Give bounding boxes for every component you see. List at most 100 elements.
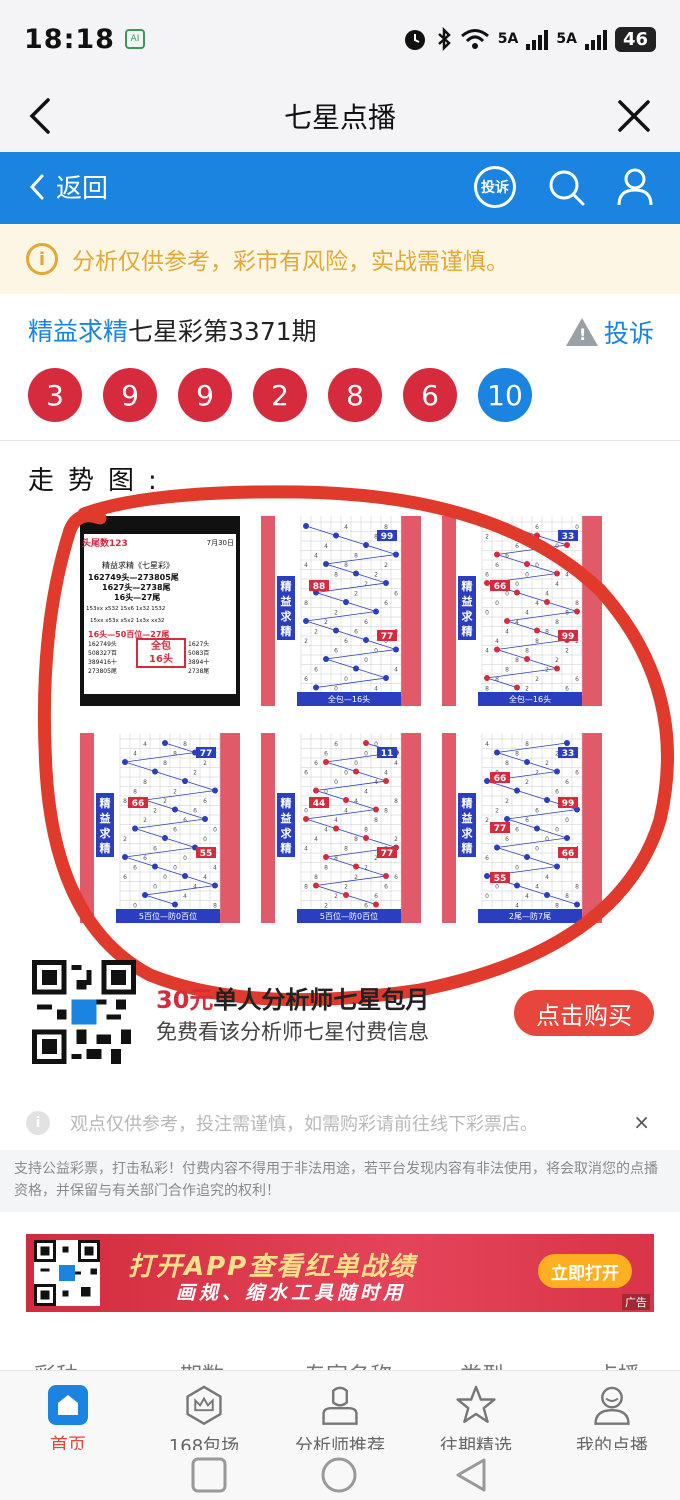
grid-digit: 6	[364, 903, 368, 910]
grid-digit: 2	[535, 676, 539, 683]
grid-digit: 0	[364, 657, 368, 664]
grid-digit: 0	[515, 581, 519, 588]
grid-digit: 2	[364, 581, 368, 588]
grid-digit: 8	[525, 648, 529, 655]
signal-icon	[584, 28, 607, 50]
tab-archive[interactable]: 往期精选	[408, 1371, 544, 1451]
back-triangle-icon[interactable]	[452, 1456, 490, 1494]
ad-banner[interactable]: 打开APP查看红单战绩 画规、缩水工具随时用 立即打开 广告	[26, 1234, 654, 1312]
tab-my[interactable]: 我的点播	[544, 1371, 680, 1451]
grid-digit: 6	[525, 817, 529, 824]
bonus-ball: 10	[478, 368, 532, 422]
recent-apps-icon[interactable]	[190, 1456, 228, 1494]
trend-thumbnail[interactable]: 精益求精048484848248282828268262626260260606…	[261, 516, 421, 706]
grid-digit: 4	[545, 874, 549, 881]
trend-thumbnail[interactable]: 精益求精606060460404040480484848482482828282…	[261, 733, 421, 923]
status-bar: 18:18 AI 5A 5A 46	[0, 0, 680, 78]
qr-code	[32, 960, 136, 1064]
grid-digit: 4	[193, 884, 197, 891]
trend-thumbnail[interactable]: 头尾数123 7月30日 精益求精《七星彩》 162749头—273805尾 1…	[80, 516, 240, 706]
trend-grid-image: 精益求精048484848248282828268262626260260606…	[261, 516, 421, 706]
back-button[interactable]: 返回	[28, 168, 108, 205]
tab-home[interactable]: 首页	[0, 1371, 136, 1451]
buy-button[interactable]: 点击购买	[514, 990, 654, 1036]
complain-button[interactable]: 投诉	[474, 166, 516, 208]
page-title: 七星点播	[283, 101, 396, 134]
search-icon[interactable]	[546, 167, 586, 207]
grid-digit: 2	[384, 562, 388, 569]
grid-digit: 4	[505, 629, 509, 636]
grid-digit: 6	[173, 827, 177, 834]
grid-digit: 6	[384, 884, 388, 891]
home-circle-icon[interactable]	[320, 1456, 358, 1494]
highlight-number: 66	[494, 774, 507, 784]
grid-digit: 2	[324, 903, 328, 910]
grid-digit: 8	[213, 903, 217, 910]
grid-digit: 8	[364, 827, 368, 834]
report-button[interactable]: ! 投诉	[565, 314, 654, 350]
user-icon[interactable]	[616, 167, 654, 207]
grid-digit: 0	[354, 760, 358, 767]
thumb-right-column: 1627头 5083百 3894十 2738尾	[188, 641, 210, 675]
grid-digit: 0	[495, 600, 499, 607]
side-label-char: 精	[462, 624, 473, 638]
grid-digit: 6	[575, 676, 579, 683]
grid-digit: 0	[163, 874, 167, 881]
grid-digit: 0	[304, 808, 308, 815]
grid-digit: 2	[203, 760, 207, 767]
grid-digit: 6	[384, 600, 388, 607]
close-icon[interactable]: ×	[633, 1110, 650, 1134]
trend-thumbnail[interactable]: 精益求精260260606060460404040480484848482482…	[442, 516, 602, 706]
grid-digit: 8	[505, 667, 509, 674]
grid-digit: 6	[304, 770, 308, 777]
side-label-char: 精	[462, 579, 473, 593]
grid-digit: 6	[565, 686, 569, 693]
grid-digit: 4	[535, 600, 539, 607]
trend-thumbnail[interactable]: 精益求精484824828282826826262626026060606046…	[80, 733, 240, 923]
grid-digit: 6	[324, 751, 328, 758]
open-app-button[interactable]: 立即打开	[538, 1254, 632, 1288]
number-ball: 8	[328, 368, 382, 422]
trend-thumbnail[interactable]: 精益求精482828282682626262602606060604604040…	[442, 733, 602, 923]
grid-digit: 6	[193, 808, 197, 815]
grid-digit: 2	[314, 629, 318, 636]
analyst-name[interactable]: 精益求精	[28, 317, 128, 346]
grid-digit: 8	[133, 789, 137, 796]
grid-digit: 4	[304, 562, 308, 569]
side-label-char: 精	[462, 841, 473, 855]
grid-digit: 2	[143, 817, 147, 824]
grid-digit: 8	[555, 903, 559, 910]
grid-digit: 4	[314, 836, 318, 843]
grid-digit: 8	[525, 741, 529, 748]
highlight-number: 77	[494, 824, 507, 834]
number-ball: 6	[403, 368, 457, 422]
info-icon: i	[26, 1111, 50, 1135]
grid-digit: 0	[183, 855, 187, 862]
highlight-number: 55	[200, 849, 213, 859]
grid-digit: 6	[485, 855, 489, 862]
tab-168[interactable]: 168包场	[136, 1371, 272, 1451]
network-label-2: 5A	[556, 31, 577, 47]
thumb-caption: 2尾—防7尾	[509, 911, 551, 921]
grid-digit: 0	[374, 648, 378, 655]
grid-digit: 0	[153, 884, 157, 891]
grid-digit: 2	[485, 534, 489, 541]
grid-digit: 4	[314, 553, 318, 560]
number-ball: 9	[103, 368, 157, 422]
grid-digit: 4	[575, 562, 579, 569]
disclaimer-text: 支持公益彩票，打击私彩！付费内容不得用于非法用途，若平台发现内容有非法使用，将会…	[0, 1150, 680, 1212]
grid-digit: 2	[344, 884, 348, 891]
grid-digit: 0	[133, 903, 137, 910]
user-icon	[594, 1386, 630, 1425]
grid-digit: 2	[525, 686, 529, 693]
notice-text: 观点仅供参考，投注需谨慎，如需购彩请前往线下彩票店。	[70, 1114, 538, 1135]
grid-digit: 6	[314, 667, 318, 674]
side-label-char: 求	[100, 826, 112, 840]
close-icon[interactable]	[614, 96, 654, 136]
ad-tag: 广告	[622, 1294, 650, 1310]
grid-digit: 8	[394, 798, 398, 805]
highlight-number: 66	[132, 799, 145, 809]
side-label-char: 求	[281, 826, 293, 840]
tab-analyst[interactable]: 分析师推荐	[272, 1371, 408, 1451]
side-label-char: 求	[462, 609, 474, 623]
